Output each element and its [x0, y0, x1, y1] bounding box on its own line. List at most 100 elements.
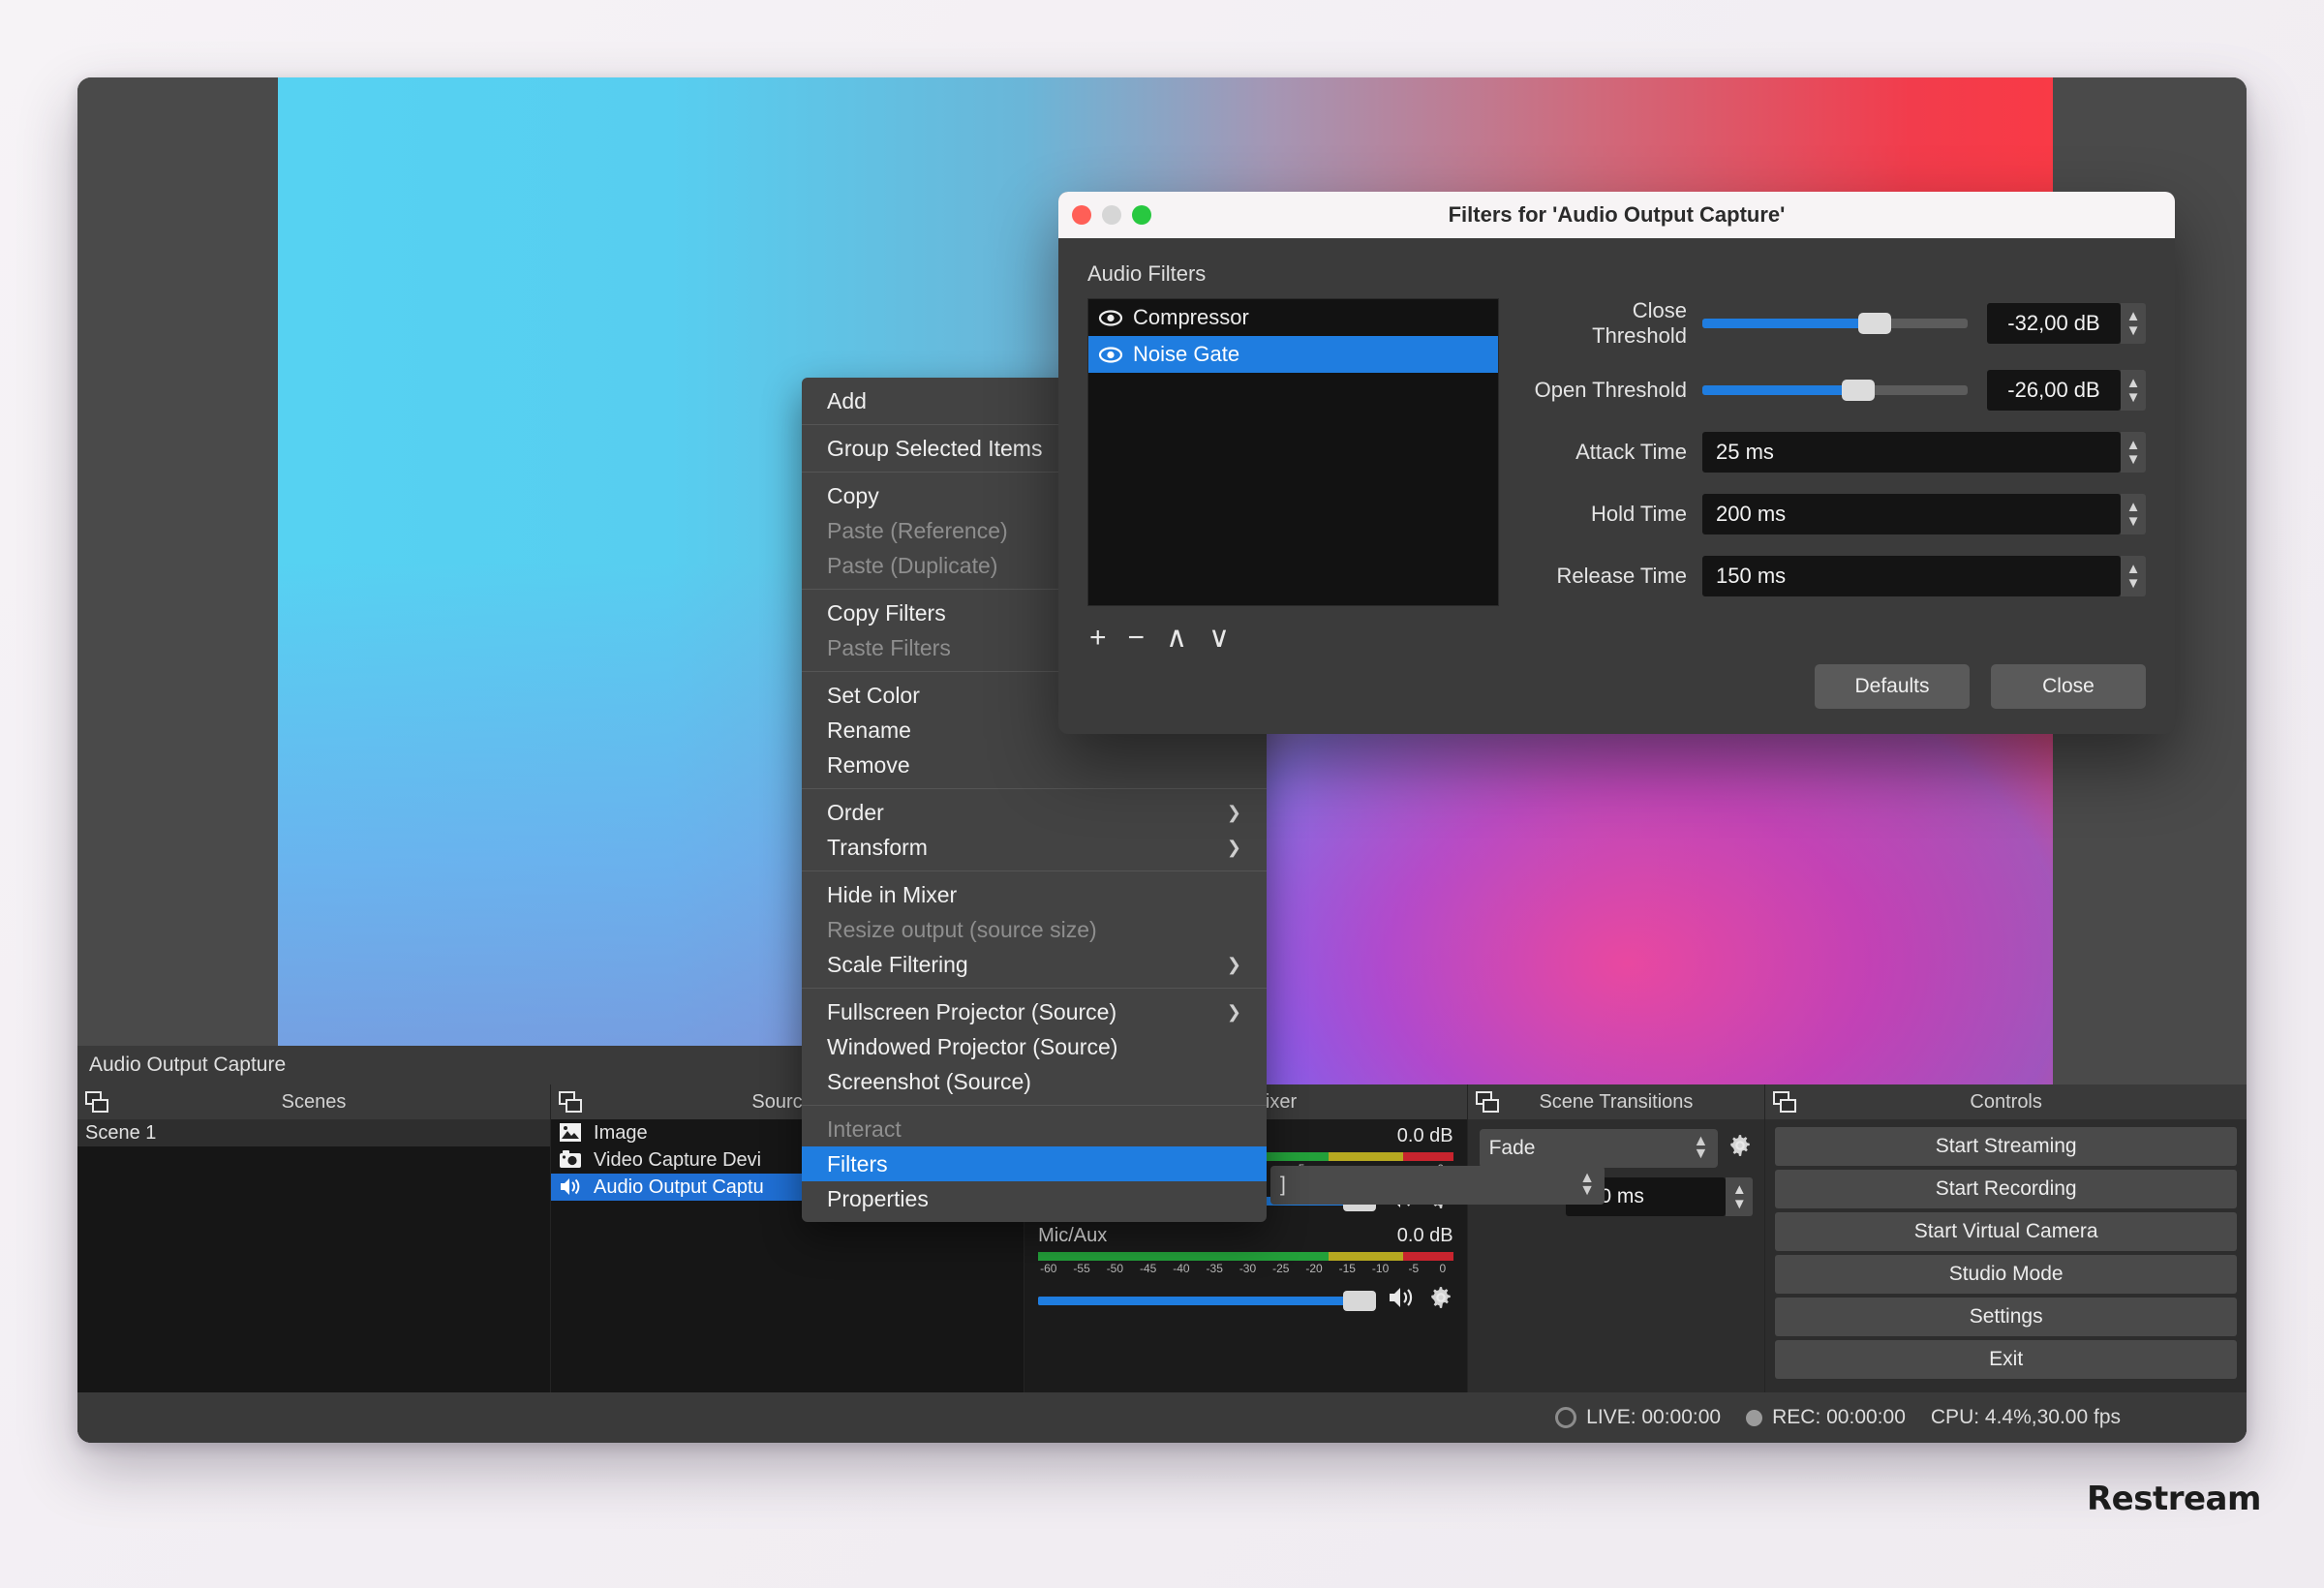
list-item[interactable]: Compressor [1088, 299, 1498, 336]
start-virtual-camera-button[interactable]: Start Virtual Camera [1775, 1212, 2238, 1251]
transitions-dock-title: Scene Transitions [1467, 1084, 1765, 1119]
rec-label: REC: 00:00:00 [1772, 1406, 1906, 1428]
scene-transitions-dock: Scene Transitions Fade ▲▼ Duration [1467, 1084, 1766, 1443]
menu-item-interact: Interact [827, 1115, 902, 1142]
close-threshold-stepper[interactable]: ▲ ▼ [2121, 303, 2146, 344]
dock-grip-icon[interactable] [1773, 1091, 1797, 1116]
release-time-value[interactable]: 150 ms [1702, 556, 2121, 596]
move-filter-down-button[interactable]: ∨ [1208, 624, 1230, 653]
volume-slider[interactable] [1038, 1291, 1376, 1311]
live-label: LIVE: 00:00:00 [1586, 1406, 1722, 1428]
dialog-buttons: Defaults Close [1815, 664, 2146, 709]
chevron-right-icon: ❯ [1226, 1001, 1241, 1022]
release-time-stepper[interactable]: ▲ ▼ [2121, 556, 2146, 596]
menu-item-hide-in-mixer[interactable]: Hide in Mixer [802, 877, 1267, 912]
scenes-dock: Scenes Scene 1 + − ∧ ∨ [77, 1084, 552, 1443]
defaults-button[interactable]: Defaults [1815, 664, 1970, 709]
hold-time-stepper[interactable]: ▲ ▼ [2121, 494, 2146, 534]
param-hold-time: Hold Time 200 ms ▲ ▼ [1533, 494, 2146, 534]
menu-item-filters[interactable]: Filters [802, 1146, 1267, 1181]
visibility-eye-icon[interactable] [1098, 309, 1123, 326]
menu-item-scale-filtering[interactable]: Scale Filtering ❯ [802, 947, 1267, 982]
filter-parameters: Close Threshold -32,00 dB ▲ ▼ Open Thresh… [1533, 298, 2146, 618]
param-close-threshold: Close Threshold -32,00 dB ▲ ▼ [1533, 298, 2146, 349]
param-label: Attack Time [1575, 440, 1687, 464]
remove-filter-button[interactable]: − [1128, 624, 1146, 653]
hidden-combo-value: ] [1280, 1174, 1286, 1196]
filter-name: Compressor [1133, 305, 1249, 329]
dock-grip-icon[interactable] [559, 1091, 583, 1116]
filters-list[interactable]: Compressor Noise Gate [1087, 298, 1499, 606]
param-open-threshold: Open Threshold -26,00 dB ▲ ▼ [1533, 370, 2146, 411]
controls-dock: Controls Start Streaming Start Recording… [1765, 1084, 2247, 1443]
menu-item-fullscreen-projector[interactable]: Fullscreen Projector (Source) ❯ [802, 994, 1267, 1029]
attack-time-value[interactable]: 25 ms [1702, 432, 2121, 473]
maximize-window-icon[interactable] [1132, 205, 1151, 225]
scenes-list[interactable]: Scene 1 [77, 1119, 551, 1400]
camera-icon [559, 1149, 584, 1171]
menu-separator [802, 788, 1267, 789]
menu-item-order[interactable]: Order ❯ [802, 795, 1267, 830]
menu-item-resize-output: Resize output (source size) [827, 916, 1097, 942]
param-label: Open Threshold [1534, 378, 1687, 402]
studio-mode-button[interactable]: Studio Mode [1775, 1255, 2238, 1294]
duration-stepper[interactable]: ▲ ▼ [1726, 1177, 1754, 1216]
close-button[interactable]: Close [1991, 664, 2146, 709]
open-threshold-value[interactable]: -26,00 dB [1987, 370, 2121, 411]
meter-ticks: -60 -55 -50 -45 -40 -35 -30 -25 -20 -15 … [1040, 1262, 1447, 1275]
track-settings-gear-icon[interactable] [1428, 1285, 1453, 1317]
controls-dock-title-label: Controls [1970, 1090, 2042, 1113]
menu-separator [802, 988, 1267, 989]
chevron-right-icon: ❯ [1226, 802, 1241, 822]
hold-time-value[interactable]: 200 ms [1702, 494, 2121, 534]
mixer-track: Mic/Aux 0.0 dB -60 -55 -50 -45 -40 -35 -… [1024, 1219, 1467, 1319]
filters-dialog: Filters for 'Audio Output Capture' Audio… [1058, 192, 2175, 734]
mute-speaker-icon[interactable] [1388, 1286, 1417, 1316]
scenes-dock-title: Scenes [77, 1084, 551, 1119]
list-item[interactable]: Scene 1 [77, 1119, 551, 1146]
dialog-titlebar: Filters for 'Audio Output Capture' [1058, 192, 2175, 238]
add-filter-button[interactable]: + [1089, 624, 1107, 653]
speaker-icon [559, 1176, 584, 1198]
cpu-label: CPU: 4.4%,30.00 fps [1930, 1406, 2121, 1428]
minimize-window-icon[interactable] [1102, 205, 1121, 225]
start-streaming-button[interactable]: Start Streaming [1775, 1127, 2238, 1166]
menu-item-windowed-projector[interactable]: Windowed Projector (Source) [802, 1029, 1267, 1064]
close-threshold-value[interactable]: -32,00 dB [1987, 303, 2121, 344]
param-label: Close Threshold [1592, 298, 1687, 348]
menu-item-transform[interactable]: Transform ❯ [802, 830, 1267, 865]
track-name: Mic/Aux [1038, 1225, 1108, 1246]
open-threshold-stepper[interactable]: ▲ ▼ [2121, 370, 2146, 411]
chevron-updown-icon: ▲ ▼ [1693, 1133, 1709, 1162]
attack-time-stepper[interactable]: ▲ ▼ [2121, 432, 2146, 473]
scene-name: Scene 1 [85, 1121, 157, 1144]
filters-list-toolbar: + − ∧ ∨ [1089, 624, 1230, 653]
move-filter-up-button[interactable]: ∧ [1166, 624, 1187, 653]
dock-grip-icon[interactable] [85, 1091, 108, 1116]
transition-settings-gear-icon[interactable] [1728, 1133, 1753, 1165]
visibility-eye-icon[interactable] [1098, 346, 1123, 363]
dialog-body: Audio Filters Compressor Noise Gate + − … [1058, 238, 2175, 734]
status-bar: LIVE: 00:00:00 REC: 00:00:00 CPU: 4.4%,3… [77, 1392, 2247, 1443]
restream-watermark: Restream [2087, 1480, 2261, 1518]
filter-name: Noise Gate [1133, 342, 1240, 366]
settings-button[interactable]: Settings [1775, 1298, 2238, 1336]
dock-grip-icon[interactable] [1475, 1091, 1499, 1116]
menu-item-screenshot-source[interactable]: Screenshot (Source) [802, 1064, 1267, 1099]
transition-select[interactable]: Fade ▲ ▼ [1479, 1129, 1719, 1168]
menu-separator [802, 1105, 1267, 1106]
start-recording-button[interactable]: Start Recording [1775, 1170, 2238, 1208]
chevron-updown-icon: ▲ ▼ [1579, 1170, 1595, 1199]
close-window-icon[interactable] [1072, 205, 1091, 225]
audio-filters-heading: Audio Filters [1087, 261, 1207, 286]
open-threshold-slider[interactable] [1702, 380, 1968, 401]
menu-item-remove[interactable]: Remove [802, 748, 1267, 782]
hidden-combo-box[interactable]: ] ▲ ▼ [1270, 1166, 1605, 1205]
transitions-dock-title-label: Scene Transitions [1539, 1090, 1694, 1113]
list-item[interactable]: Noise Gate [1088, 336, 1498, 373]
menu-item-properties[interactable]: Properties [802, 1181, 1267, 1216]
image-icon [559, 1122, 584, 1144]
close-threshold-slider[interactable] [1702, 313, 1968, 334]
controls-body: Start Streaming Start Recording Start Vi… [1765, 1119, 2247, 1387]
exit-button[interactable]: Exit [1775, 1340, 2238, 1379]
